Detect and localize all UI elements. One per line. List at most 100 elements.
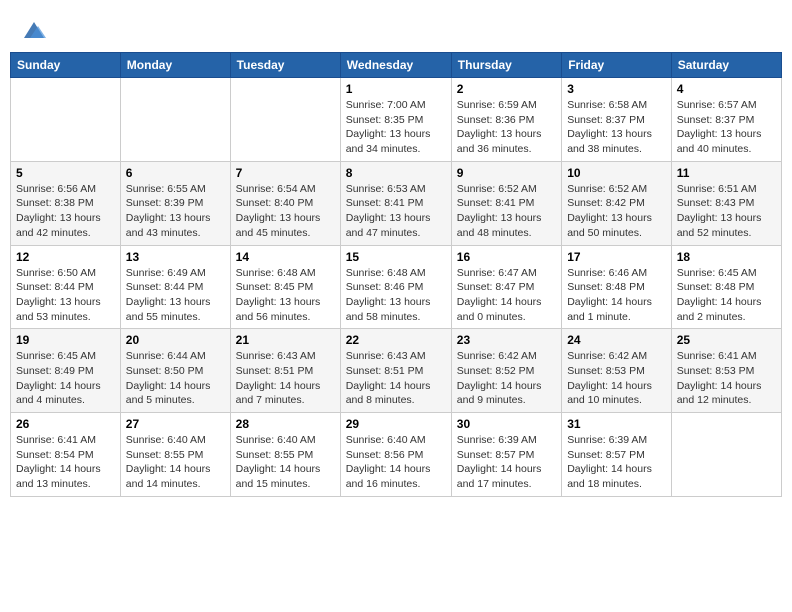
day-info: Sunrise: 6:58 AM Sunset: 8:37 PM Dayligh… bbox=[567, 98, 666, 157]
logo-icon bbox=[20, 16, 48, 44]
day-cell: 1 Sunrise: 7:00 AM Sunset: 8:35 PM Daylig… bbox=[340, 78, 451, 162]
day-info: Sunrise: 6:41 AM Sunset: 8:53 PM Dayligh… bbox=[677, 349, 776, 408]
day-cell: 17 Sunrise: 6:46 AM Sunset: 8:48 PM Dayli… bbox=[562, 245, 672, 329]
day-info: Sunrise: 6:48 AM Sunset: 8:46 PM Dayligh… bbox=[346, 266, 446, 325]
day-number: 16 bbox=[457, 250, 556, 264]
header-row: SundayMondayTuesdayWednesdayThursdayFrid… bbox=[11, 53, 782, 78]
day-number: 21 bbox=[236, 333, 335, 347]
day-number: 20 bbox=[126, 333, 225, 347]
day-cell: 2 Sunrise: 6:59 AM Sunset: 8:36 PM Daylig… bbox=[451, 78, 561, 162]
day-cell: 13 Sunrise: 6:49 AM Sunset: 8:44 PM Dayli… bbox=[120, 245, 230, 329]
day-number: 2 bbox=[457, 82, 556, 96]
page-header bbox=[10, 10, 782, 44]
day-info: Sunrise: 6:59 AM Sunset: 8:36 PM Dayligh… bbox=[457, 98, 556, 157]
day-cell: 15Sunrise: 6:48 AM Sunset: 8:46 PM Dayli… bbox=[340, 245, 451, 329]
day-info: Sunrise: 6:46 AM Sunset: 8:48 PM Dayligh… bbox=[567, 266, 666, 325]
day-number: 24 bbox=[567, 333, 666, 347]
day-cell: 20 Sunrise: 6:44 AM Sunset: 8:50 PM Dayli… bbox=[120, 329, 230, 413]
header-cell-friday: Friday bbox=[562, 53, 672, 78]
day-cell: 3 Sunrise: 6:58 AM Sunset: 8:37 PM Daylig… bbox=[562, 78, 672, 162]
day-number: 12 bbox=[16, 250, 115, 264]
day-cell: 9 Sunrise: 6:52 AM Sunset: 8:41 PM Daylig… bbox=[451, 161, 561, 245]
day-info: Sunrise: 7:00 AM Sunset: 8:35 PM Dayligh… bbox=[346, 98, 446, 157]
day-info: Sunrise: 6:52 AM Sunset: 8:42 PM Dayligh… bbox=[567, 182, 666, 241]
day-info: Sunrise: 6:50 AM Sunset: 8:44 PM Dayligh… bbox=[16, 266, 115, 325]
day-info: Sunrise: 6:55 AM Sunset: 8:39 PM Dayligh… bbox=[126, 182, 225, 241]
day-info: Sunrise: 6:45 AM Sunset: 8:49 PM Dayligh… bbox=[16, 349, 115, 408]
day-info: Sunrise: 6:40 AM Sunset: 8:56 PM Dayligh… bbox=[346, 433, 446, 492]
day-number: 22 bbox=[346, 333, 446, 347]
day-cell: 8 Sunrise: 6:53 AM Sunset: 8:41 PM Daylig… bbox=[340, 161, 451, 245]
day-info: Sunrise: 6:42 AM Sunset: 8:53 PM Dayligh… bbox=[567, 349, 666, 408]
day-number: 31 bbox=[567, 417, 666, 431]
day-number: 29 bbox=[346, 417, 446, 431]
day-cell: 22Sunrise: 6:43 AM Sunset: 8:51 PM Dayli… bbox=[340, 329, 451, 413]
header-cell-wednesday: Wednesday bbox=[340, 53, 451, 78]
day-cell: 18 Sunrise: 6:45 AM Sunset: 8:48 PM Dayli… bbox=[671, 245, 781, 329]
day-info: Sunrise: 6:57 AM Sunset: 8:37 PM Dayligh… bbox=[677, 98, 776, 157]
day-info: Sunrise: 6:45 AM Sunset: 8:48 PM Dayligh… bbox=[677, 266, 776, 325]
day-number: 6 bbox=[126, 166, 225, 180]
day-cell bbox=[11, 78, 121, 162]
day-info: Sunrise: 6:39 AM Sunset: 8:57 PM Dayligh… bbox=[457, 433, 556, 492]
day-cell: 23 Sunrise: 6:42 AM Sunset: 8:52 PM Dayli… bbox=[451, 329, 561, 413]
day-number: 9 bbox=[457, 166, 556, 180]
week-row-2: 12 Sunrise: 6:50 AM Sunset: 8:44 PM Dayli… bbox=[11, 245, 782, 329]
header-cell-thursday: Thursday bbox=[451, 53, 561, 78]
day-number: 11 bbox=[677, 166, 776, 180]
day-number: 28 bbox=[236, 417, 335, 431]
week-row-3: 19 Sunrise: 6:45 AM Sunset: 8:49 PM Dayli… bbox=[11, 329, 782, 413]
day-info: Sunrise: 6:52 AM Sunset: 8:41 PM Dayligh… bbox=[457, 182, 556, 241]
day-info: Sunrise: 6:43 AM Sunset: 8:51 PM Dayligh… bbox=[236, 349, 335, 408]
day-number: 4 bbox=[677, 82, 776, 96]
day-info: Sunrise: 6:53 AM Sunset: 8:41 PM Dayligh… bbox=[346, 182, 446, 241]
day-cell bbox=[230, 78, 340, 162]
day-info: Sunrise: 6:41 AM Sunset: 8:54 PM Dayligh… bbox=[16, 433, 115, 492]
day-cell: 12 Sunrise: 6:50 AM Sunset: 8:44 PM Dayli… bbox=[11, 245, 121, 329]
calendar-body: 1 Sunrise: 7:00 AM Sunset: 8:35 PM Daylig… bbox=[11, 78, 782, 497]
logo bbox=[18, 16, 48, 44]
day-cell: 25Sunrise: 6:41 AM Sunset: 8:53 PM Dayli… bbox=[671, 329, 781, 413]
day-info: Sunrise: 6:56 AM Sunset: 8:38 PM Dayligh… bbox=[16, 182, 115, 241]
day-cell bbox=[120, 78, 230, 162]
day-cell: 5Sunrise: 6:56 AM Sunset: 8:38 PM Daylig… bbox=[11, 161, 121, 245]
day-cell: 19 Sunrise: 6:45 AM Sunset: 8:49 PM Dayli… bbox=[11, 329, 121, 413]
day-number: 3 bbox=[567, 82, 666, 96]
day-number: 17 bbox=[567, 250, 666, 264]
header-cell-sunday: Sunday bbox=[11, 53, 121, 78]
day-cell: 7Sunrise: 6:54 AM Sunset: 8:40 PM Daylig… bbox=[230, 161, 340, 245]
day-cell: 11 Sunrise: 6:51 AM Sunset: 8:43 PM Dayli… bbox=[671, 161, 781, 245]
day-cell: 24 Sunrise: 6:42 AM Sunset: 8:53 PM Dayli… bbox=[562, 329, 672, 413]
day-number: 8 bbox=[346, 166, 446, 180]
day-info: Sunrise: 6:49 AM Sunset: 8:44 PM Dayligh… bbox=[126, 266, 225, 325]
week-row-1: 5Sunrise: 6:56 AM Sunset: 8:38 PM Daylig… bbox=[11, 161, 782, 245]
day-cell: 6 Sunrise: 6:55 AM Sunset: 8:39 PM Daylig… bbox=[120, 161, 230, 245]
day-info: Sunrise: 6:51 AM Sunset: 8:43 PM Dayligh… bbox=[677, 182, 776, 241]
day-number: 18 bbox=[677, 250, 776, 264]
day-cell: 4 Sunrise: 6:57 AM Sunset: 8:37 PM Daylig… bbox=[671, 78, 781, 162]
day-info: Sunrise: 6:40 AM Sunset: 8:55 PM Dayligh… bbox=[236, 433, 335, 492]
day-info: Sunrise: 6:48 AM Sunset: 8:45 PM Dayligh… bbox=[236, 266, 335, 325]
day-info: Sunrise: 6:42 AM Sunset: 8:52 PM Dayligh… bbox=[457, 349, 556, 408]
calendar-header: SundayMondayTuesdayWednesdayThursdayFrid… bbox=[11, 53, 782, 78]
day-number: 1 bbox=[346, 82, 446, 96]
day-number: 19 bbox=[16, 333, 115, 347]
day-info: Sunrise: 6:44 AM Sunset: 8:50 PM Dayligh… bbox=[126, 349, 225, 408]
day-number: 26 bbox=[16, 417, 115, 431]
day-cell: 28 Sunrise: 6:40 AM Sunset: 8:55 PM Dayli… bbox=[230, 413, 340, 497]
day-cell: 16Sunrise: 6:47 AM Sunset: 8:47 PM Dayli… bbox=[451, 245, 561, 329]
day-number: 27 bbox=[126, 417, 225, 431]
day-number: 30 bbox=[457, 417, 556, 431]
day-cell bbox=[671, 413, 781, 497]
day-cell: 26 Sunrise: 6:41 AM Sunset: 8:54 PM Dayli… bbox=[11, 413, 121, 497]
day-number: 13 bbox=[126, 250, 225, 264]
day-info: Sunrise: 6:39 AM Sunset: 8:57 PM Dayligh… bbox=[567, 433, 666, 492]
day-cell: 27Sunrise: 6:40 AM Sunset: 8:55 PM Dayli… bbox=[120, 413, 230, 497]
day-cell: 10Sunrise: 6:52 AM Sunset: 8:42 PM Dayli… bbox=[562, 161, 672, 245]
day-cell: 14Sunrise: 6:48 AM Sunset: 8:45 PM Dayli… bbox=[230, 245, 340, 329]
day-cell: 21 Sunrise: 6:43 AM Sunset: 8:51 PM Dayli… bbox=[230, 329, 340, 413]
header-cell-saturday: Saturday bbox=[671, 53, 781, 78]
day-info: Sunrise: 6:54 AM Sunset: 8:40 PM Dayligh… bbox=[236, 182, 335, 241]
day-cell: 30 Sunrise: 6:39 AM Sunset: 8:57 PM Dayli… bbox=[451, 413, 561, 497]
day-number: 23 bbox=[457, 333, 556, 347]
